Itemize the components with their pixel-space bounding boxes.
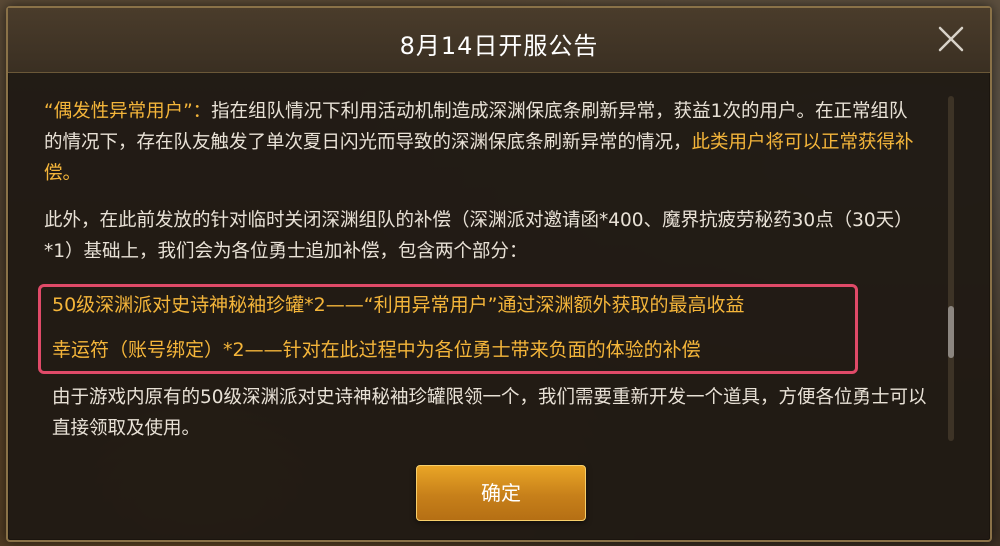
dialog-titlebar: 8月14日开服公告 — [8, 8, 990, 73]
content-scrollbar[interactable] — [948, 96, 954, 441]
paragraph-compensation: 此外，在此前发放的针对临时关闭深渊组队的补偿（深渊派对邀请函*400、魔界抗疲劳… — [44, 210, 913, 262]
scrollbar-thumb[interactable] — [948, 306, 954, 358]
confirm-button[interactable]: 确定 — [416, 465, 586, 521]
paragraph-abnormal-users: “偶发性异常用户”：指在组队情况下利用活动机制造成深渊保底条刷新异常，获益1次的… — [44, 96, 924, 189]
paragraph-item-note: 由于游戏内原有的50级深渊派对史诗神秘袖珍罐限领一个，我们需要重新开发一个道具，… — [52, 387, 927, 439]
term-highlight: “偶发性异常用户”： — [44, 101, 212, 122]
announcement-dialog: 8月14日开服公告 “偶发性异常用户”：指在组队情况下利用活动机制造成深渊保底条… — [6, 6, 992, 542]
reward-item-1: 50级深渊派对史诗神秘袖珍罐*2——“利用异常用户”通过深渊额外获取的最高收益 — [52, 294, 745, 316]
close-icon — [938, 26, 964, 52]
game-background: 8月14日开服公告 “偶发性异常用户”：指在组队情况下利用活动机制造成深渊保底条… — [0, 0, 1000, 546]
dialog-title: 8月14日开服公告 — [399, 32, 599, 60]
reward-item-2: 幸运符（账号绑定）*2——针对在此过程中为各位勇士带来负面的体验的补偿 — [52, 339, 701, 361]
close-button[interactable] — [934, 22, 968, 56]
